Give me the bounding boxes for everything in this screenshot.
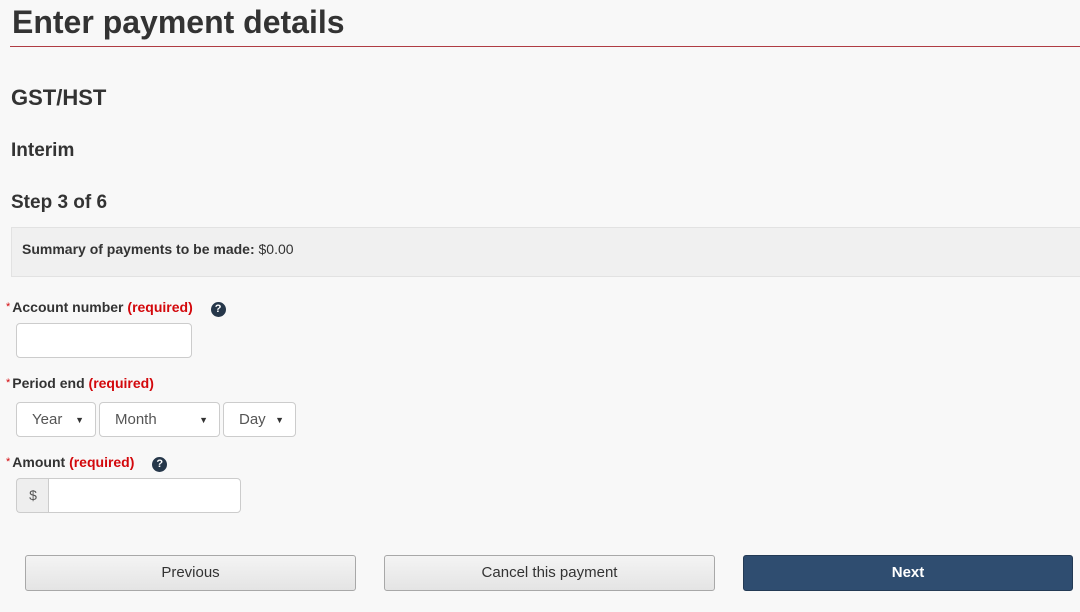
payment-details-page: Enter payment details GST/HST Interim St… (0, 0, 1080, 612)
amount-label: * Amount (required) ? (6, 453, 168, 472)
caret-down-icon: ▼ (275, 415, 284, 425)
period-end-year-select[interactable]: Year ▼ (16, 402, 96, 437)
period-end-label-text: Period end (12, 375, 85, 391)
caret-down-icon: ▼ (75, 415, 84, 425)
title-divider (10, 46, 1080, 47)
amount-label-text: Amount (12, 454, 66, 470)
caret-down-icon: ▼ (199, 415, 208, 425)
summary-label: Summary of payments to be made: (22, 241, 255, 257)
page-title: Enter payment details (12, 4, 345, 40)
question-circle-icon[interactable]: ? (210, 302, 226, 317)
cancel-payment-button[interactable]: Cancel this payment (384, 555, 715, 591)
day-select-value: Day (239, 411, 266, 428)
required-asterisk: * (6, 301, 11, 313)
program-heading: GST/HST (11, 85, 107, 110)
required-indicator: (required) (127, 299, 193, 315)
question-circle-icon[interactable]: ? (152, 457, 168, 472)
required-indicator: (required) (69, 454, 135, 470)
month-select-value: Month (115, 411, 157, 428)
required-asterisk: * (6, 377, 11, 389)
required-indicator: (required) (88, 375, 154, 391)
payment-summary: Summary of payments to be made: $0.00 (22, 240, 294, 258)
payment-type-heading: Interim (11, 140, 75, 161)
amount-input[interactable] (48, 478, 241, 513)
previous-button[interactable]: Previous (25, 555, 356, 591)
account-number-label: * Account number (required) ? (6, 298, 226, 317)
payment-summary-panel: Summary of payments to be made: $0.00 (11, 227, 1080, 277)
period-end-label: * Period end (required) (6, 374, 154, 392)
account-number-input[interactable] (16, 323, 192, 358)
summary-value: $0.00 (258, 241, 294, 257)
year-select-value: Year (32, 411, 63, 428)
next-button[interactable]: Next (743, 555, 1073, 591)
period-end-month-select[interactable]: Month ▼ (99, 402, 220, 437)
account-number-label-text: Account number (12, 299, 124, 315)
required-asterisk: * (6, 456, 11, 468)
step-indicator: Step 3 of 6 (11, 192, 108, 213)
period-end-day-select[interactable]: Day ▼ (223, 402, 296, 437)
currency-addon: $ (16, 478, 49, 513)
